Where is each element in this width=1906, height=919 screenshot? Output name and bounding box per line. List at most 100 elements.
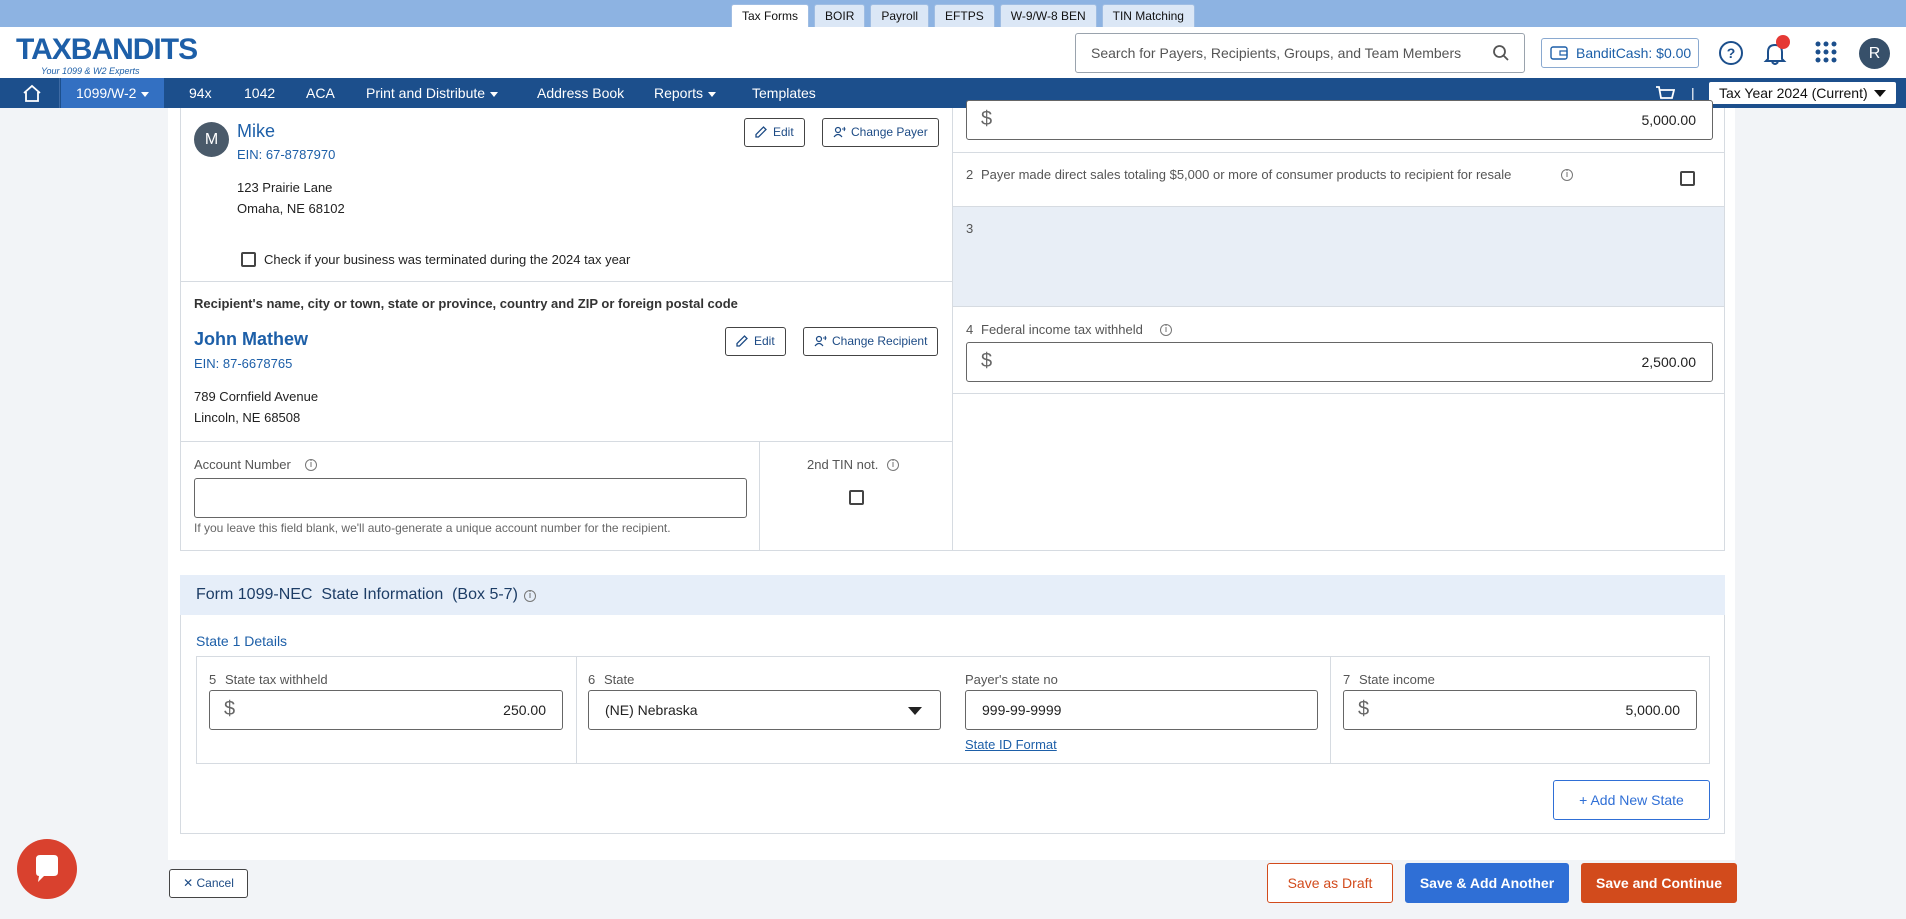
user-avatar[interactable]: R	[1859, 38, 1890, 69]
box1-value: 5,000.00	[1641, 112, 1697, 128]
box7-field[interactable]: $ 5,000.00	[1343, 690, 1697, 730]
recipient-name[interactable]: John Mathew	[194, 329, 308, 350]
logo-text: TAXBANDITS	[16, 33, 198, 66]
info-icon[interactable]: i	[1160, 324, 1172, 336]
box4-field[interactable]: $ 2,500.00	[966, 342, 1713, 382]
recipient-address-line1: 789 Cornfield Avenue	[194, 389, 319, 404]
state-id-format-link[interactable]: State ID Format	[965, 737, 1057, 752]
apps-grid-icon[interactable]	[1814, 40, 1838, 67]
change-recipient-button[interactable]: Change Recipient	[803, 327, 939, 356]
box1-field[interactable]: $ 5,000.00	[966, 100, 1713, 140]
cancel-button[interactable]: ✕ Cancel	[169, 869, 248, 898]
second-tin-checkbox[interactable]	[849, 490, 864, 505]
user-swap-icon	[814, 335, 827, 347]
nav-reports[interactable]: Reports	[654, 78, 717, 108]
pencil-icon	[755, 126, 767, 138]
nav-aca[interactable]: ACA	[306, 78, 335, 108]
product-tabs: Tax Forms BOIR Payroll EFTPS W-9/W-8 BEN…	[731, 4, 1195, 27]
state-select[interactable]: (NE) Nebraska	[588, 690, 941, 730]
tab-w9-w8ben[interactable]: W-9/W-8 BEN	[999, 4, 1097, 27]
bandit-cash-button[interactable]: BanditCash: $0.00	[1541, 38, 1699, 68]
nav-print-distribute-label: Print and Distribute	[366, 85, 486, 101]
box4-panel: 4 Federal income tax withheld i $ 2,500.…	[952, 306, 1725, 394]
notification-badge	[1776, 35, 1790, 49]
nav-94x[interactable]: 94x	[189, 78, 212, 108]
home-button[interactable]	[0, 78, 60, 108]
chat-widget[interactable]	[17, 839, 77, 899]
tax-year-select[interactable]: Tax Year 2024 (Current)	[1709, 82, 1896, 104]
empty-box-panel	[952, 393, 1725, 551]
nav-1099-w2[interactable]: 1099/W-2	[61, 78, 165, 108]
box1-panel: $ 5,000.00	[952, 100, 1725, 153]
tab-tin-matching[interactable]: TIN Matching	[1101, 4, 1195, 27]
search-input[interactable]	[1076, 34, 1476, 72]
pencil-icon	[736, 335, 748, 347]
account-number-help: If you leave this field blank, we'll aut…	[194, 521, 671, 535]
save-add-another-button[interactable]: Save & Add Another	[1405, 863, 1569, 903]
add-new-state-button[interactable]: + Add New State	[1553, 780, 1710, 820]
info-icon[interactable]: i	[1561, 169, 1573, 181]
bandit-cash-label: BanditCash: $0.00	[1576, 45, 1692, 61]
cancel-label: Cancel	[196, 876, 234, 890]
payer-state-no-label: Payer's state no	[965, 672, 1058, 687]
wallet-icon	[1550, 46, 1568, 60]
account-number-panel: Account Number i If you leave this field…	[180, 441, 760, 551]
terminated-label: Check if your business was terminated du…	[264, 252, 631, 267]
change-payer-button[interactable]: Change Payer	[822, 118, 939, 147]
nav-1042[interactable]: 1042	[244, 78, 275, 108]
box2-number: 2	[966, 167, 974, 182]
chevron-down-icon	[708, 91, 717, 97]
box7-label: State income	[1359, 672, 1435, 687]
nav-templates[interactable]: Templates	[752, 78, 816, 108]
search-icon[interactable]	[1492, 44, 1510, 65]
box4-value: 2,500.00	[1641, 354, 1697, 370]
chevron-down-icon	[490, 91, 499, 97]
box7-currency: $	[1358, 698, 1370, 720]
nav-print-distribute[interactable]: Print and Distribute	[366, 78, 499, 108]
chevron-down-icon	[141, 91, 150, 97]
box5-field[interactable]: $ 250.00	[209, 690, 563, 730]
payer-name[interactable]: Mike	[237, 121, 275, 142]
info-icon[interactable]: i	[305, 459, 317, 471]
chevron-down-icon	[908, 707, 922, 715]
box7-value: 5,000.00	[1625, 702, 1681, 718]
chat-bubble-icon	[36, 855, 58, 882]
tab-boir[interactable]: BOIR	[814, 4, 866, 27]
save-as-draft-button[interactable]: Save as Draft	[1267, 863, 1393, 903]
account-number-label: Account Number	[194, 457, 291, 472]
second-tin-panel: 2nd TIN not. i	[759, 441, 953, 551]
payer-panel: M Mike EIN: 67-8787970 123 Prairie Lane …	[180, 108, 953, 282]
help-icon[interactable]: ?	[1718, 40, 1744, 69]
terminated-checkbox[interactable]	[241, 252, 256, 267]
save-continue-button[interactable]: Save and Continue	[1581, 863, 1737, 903]
logo[interactable]: TAXBANDITS Your 1099 & W2 Experts	[16, 33, 206, 76]
box2-checkbox[interactable]	[1680, 171, 1695, 186]
recipient-address-line2: Lincoln, NE 68508	[194, 410, 301, 425]
payer-address-line2: Omaha, NE 68102	[237, 201, 345, 216]
box5-label: State tax withheld	[225, 672, 328, 687]
box2-panel: 2 Payer made direct sales totaling $5,00…	[952, 152, 1725, 207]
state-info-header: Form 1099-NEC State Information (Box 5-7…	[180, 575, 1725, 615]
tab-eftps[interactable]: EFTPS	[934, 4, 995, 27]
nav-address-book[interactable]: Address Book	[537, 78, 624, 108]
user-swap-icon	[833, 126, 846, 138]
app-header: TAXBANDITS Your 1099 & W2 Experts Bandit…	[0, 27, 1906, 78]
box5-panel: 5 State tax withheld $ 250.00	[196, 656, 577, 764]
payer-state-no-input[interactable]: 999-99-9999	[965, 690, 1318, 730]
tax-year-label: Tax Year 2024 (Current)	[1719, 85, 1868, 101]
edit-payer-button[interactable]: Edit	[744, 118, 805, 147]
info-icon[interactable]: i	[524, 590, 536, 602]
box5-number: 5	[209, 672, 217, 687]
tab-payroll[interactable]: Payroll	[870, 4, 930, 27]
global-search	[1075, 33, 1525, 73]
tab-tax-forms[interactable]: Tax Forms	[731, 4, 810, 27]
account-number-input[interactable]	[194, 478, 747, 518]
box6-number: 6	[588, 672, 596, 687]
home-icon	[23, 84, 41, 102]
box6-label: State	[604, 672, 635, 687]
info-icon[interactable]: i	[887, 459, 899, 471]
recipient-section-label: Recipient's name, city or town, state or…	[194, 296, 738, 311]
second-tin-label: 2nd TIN not.	[807, 457, 879, 472]
edit-recipient-button[interactable]: Edit	[725, 327, 786, 356]
box7-number: 7	[1343, 672, 1351, 687]
